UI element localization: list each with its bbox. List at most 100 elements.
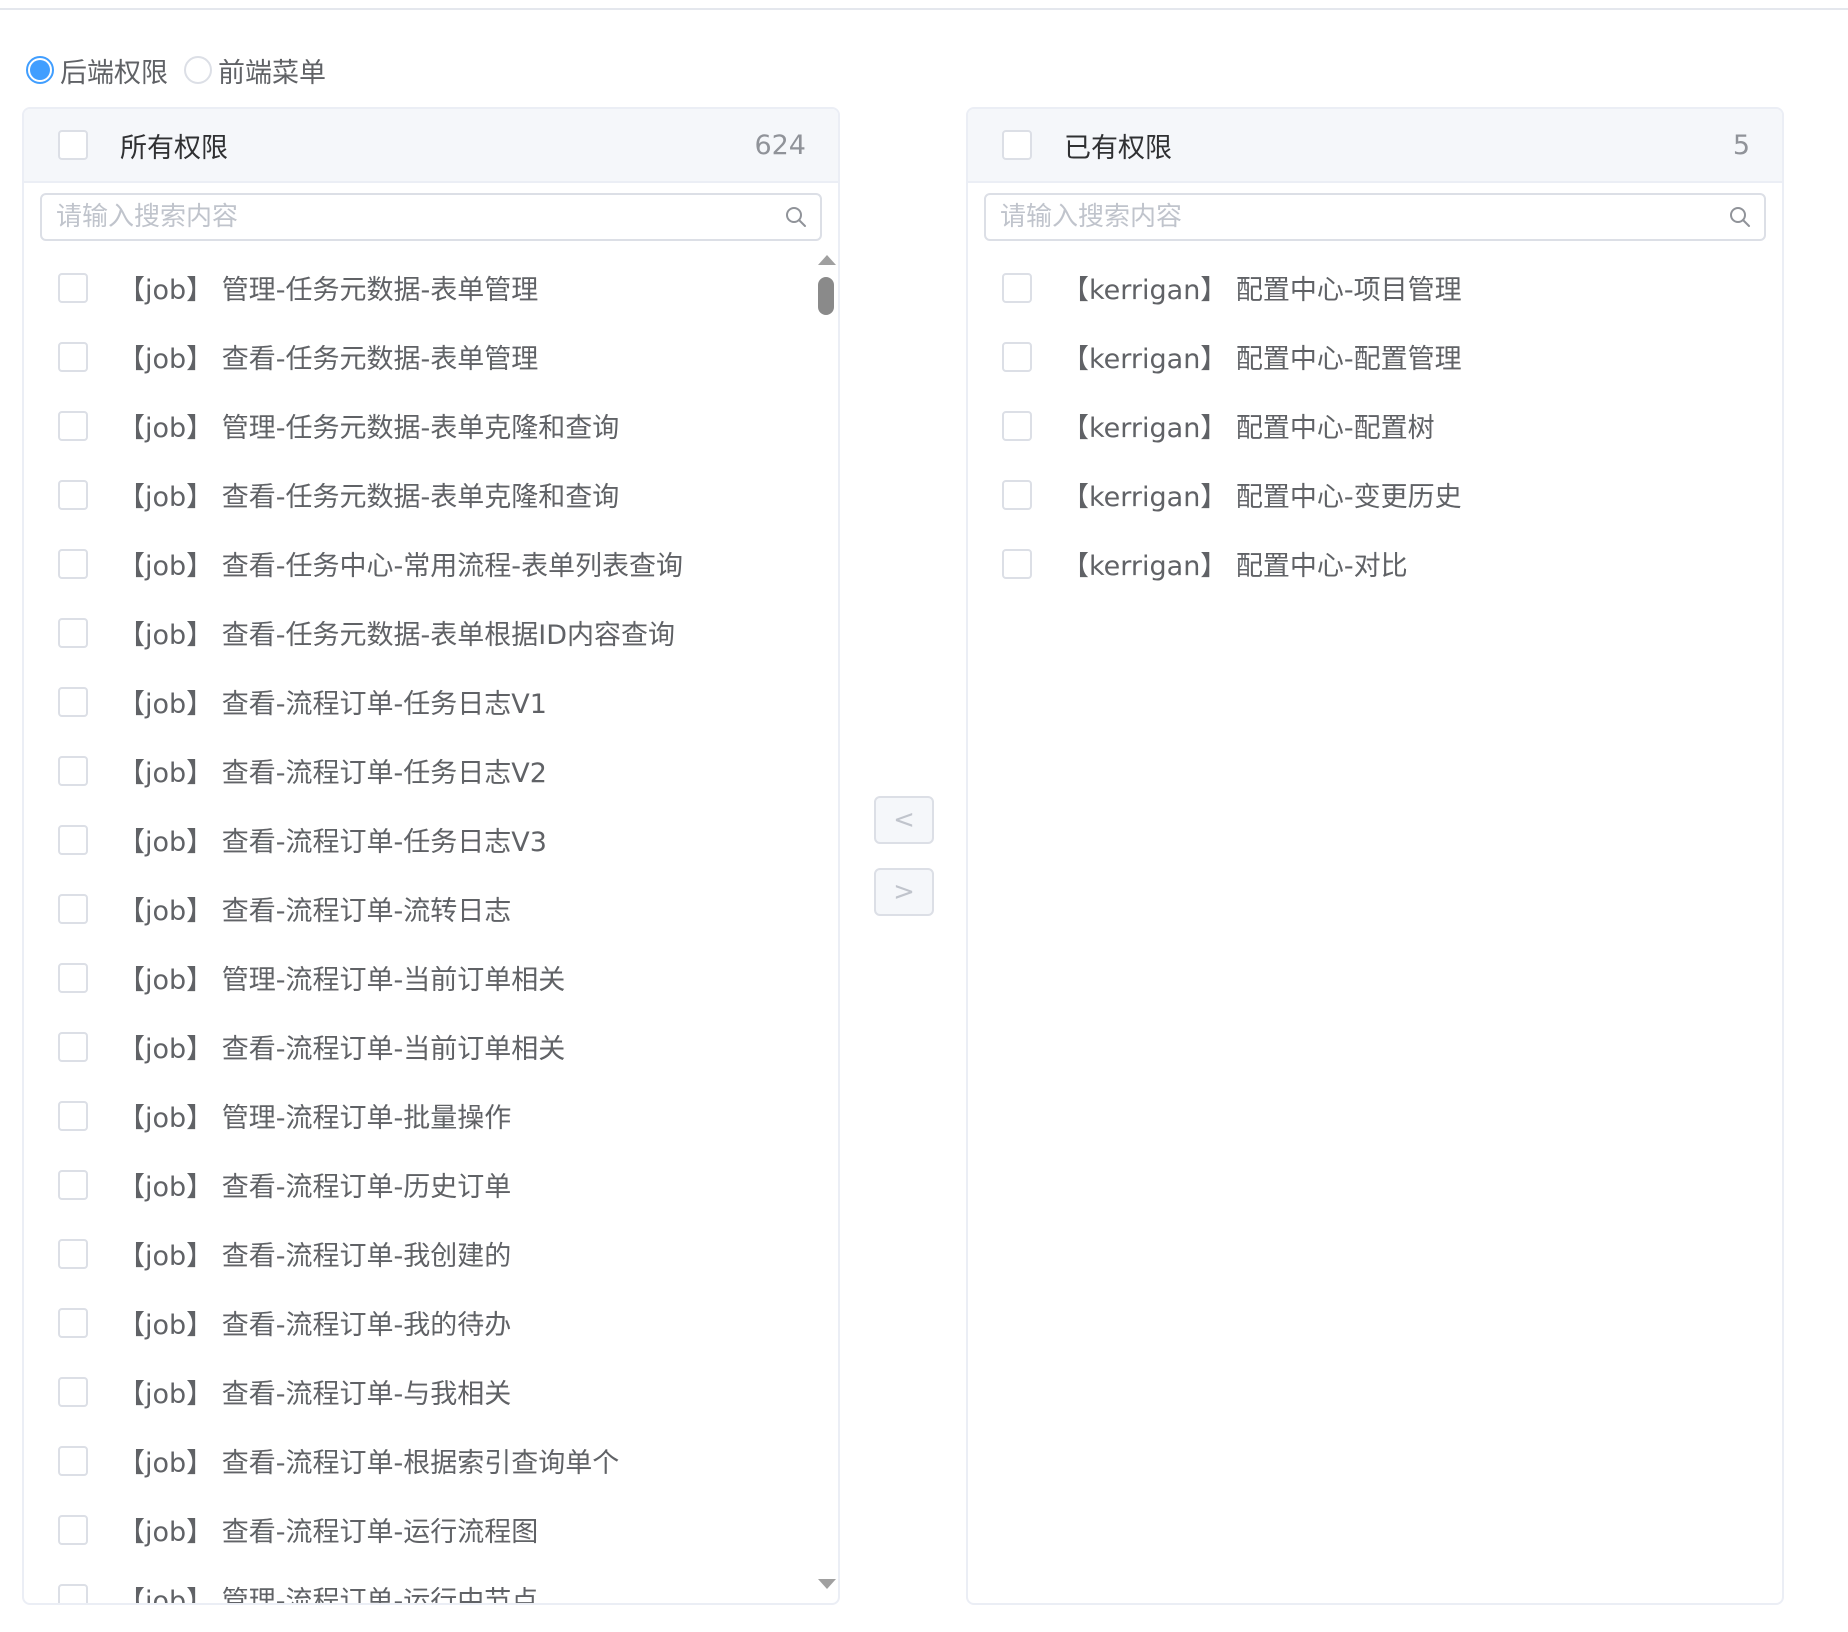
item-label: 【job】 查看-流程订单-我创建的 xyxy=(118,1241,512,1272)
chevron-left-icon: < xyxy=(893,805,915,835)
item-label: 【kerrigan】 配置中心-变更历史 xyxy=(1062,482,1462,513)
scroll-thumb[interactable] xyxy=(818,277,834,315)
list-item[interactable]: 【job】 查看-流程订单-我的待办 xyxy=(24,1288,838,1357)
list-item[interactable]: 【job】 管理-流程订单-当前订单相关 xyxy=(24,943,838,1012)
item-checkbox[interactable] xyxy=(1002,548,1032,579)
item-label: 【kerrigan】 配置中心-对比 xyxy=(1062,551,1408,582)
item-label: 【kerrigan】 配置中心-配置树 xyxy=(1062,413,1435,444)
item-checkbox[interactable] xyxy=(58,479,88,510)
item-label: 【job】 查看-流程订单-运行流程图 xyxy=(118,1517,539,1548)
list-item[interactable]: 【kerrigan】 配置中心-配置树 xyxy=(968,391,1782,460)
list-item[interactable]: 【job】 查看-流程订单-我创建的 xyxy=(24,1219,838,1288)
panel-count: 5 xyxy=(1732,129,1750,161)
item-checkbox[interactable] xyxy=(58,1583,88,1603)
item-checkbox[interactable] xyxy=(58,1238,88,1269)
item-checkbox[interactable] xyxy=(58,341,88,372)
search-input[interactable] xyxy=(40,193,822,241)
move-to-right-button[interactable]: > xyxy=(874,868,934,916)
list-item[interactable]: 【job】 管理-流程订单-运行中节点 xyxy=(24,1564,838,1603)
panel-header: 已有权限 5 xyxy=(968,109,1782,183)
item-checkbox[interactable] xyxy=(58,1376,88,1407)
item-label: 【job】 查看-任务中心-常用流程-表单列表查询 xyxy=(118,551,683,582)
transfer-panel-owned-permissions: 已有权限 5 【kerrigan】 配置中心-项目管理【kerrigan】 配置… xyxy=(966,107,1784,1605)
item-label: 【job】 查看-流程订单-与我相关 xyxy=(118,1379,512,1410)
radio-backend-permissions[interactable]: 后端权限 xyxy=(26,51,168,90)
item-checkbox[interactable] xyxy=(58,1169,88,1200)
item-checkbox[interactable] xyxy=(1002,479,1032,510)
scroll-down-arrow-icon[interactable] xyxy=(818,1579,836,1589)
item-checkbox[interactable] xyxy=(58,755,88,786)
list-item[interactable]: 【job】 查看-流程订单-任务日志V3 xyxy=(24,805,838,874)
item-checkbox[interactable] xyxy=(58,1100,88,1131)
item-label: 【kerrigan】 配置中心-配置管理 xyxy=(1062,344,1462,375)
permission-type-radio-group: 后端权限 前端菜单 xyxy=(26,51,342,90)
item-checkbox[interactable] xyxy=(1002,410,1032,441)
radio-unchecked-icon xyxy=(184,56,212,84)
transfer-panel-all-permissions: 所有权限 624 【job】 管理-任务元数据-表单管理【job】 查看-任务元… xyxy=(22,107,840,1605)
list-item[interactable]: 【job】 查看-流程订单-任务日志V1 xyxy=(24,667,838,736)
list-item[interactable]: 【job】 查看-流程订单-与我相关 xyxy=(24,1357,838,1426)
select-all-checkbox[interactable] xyxy=(58,130,88,160)
item-checkbox[interactable] xyxy=(58,962,88,993)
list-item[interactable]: 【job】 查看-任务元数据-表单克隆和查询 xyxy=(24,460,838,529)
search-icon xyxy=(786,207,806,227)
list-item[interactable]: 【job】 管理-任务元数据-表单管理 xyxy=(24,253,838,322)
item-checkbox[interactable] xyxy=(58,893,88,924)
list-item[interactable]: 【job】 管理-流程订单-批量操作 xyxy=(24,1081,838,1150)
chevron-right-icon: > xyxy=(893,877,915,907)
item-label: 【job】 查看-任务元数据-表单根据ID内容查询 xyxy=(118,620,675,651)
scroll-up-arrow-icon[interactable] xyxy=(818,255,836,265)
panel-header: 所有权限 624 xyxy=(24,109,838,183)
item-checkbox[interactable] xyxy=(58,824,88,855)
item-label: 【job】 查看-流程订单-任务日志V1 xyxy=(118,689,547,720)
list-item[interactable]: 【job】 查看-流程订单-任务日志V2 xyxy=(24,736,838,805)
item-label: 【job】 查看-流程订单-流转日志 xyxy=(118,896,512,927)
search-input[interactable] xyxy=(984,193,1766,241)
list-item[interactable]: 【job】 查看-流程订单-根据索引查询单个 xyxy=(24,1426,838,1495)
item-label: 【job】 查看-任务元数据-表单克隆和查询 xyxy=(118,482,620,513)
transfer-buttons: < > xyxy=(874,796,934,940)
select-all-checkbox[interactable] xyxy=(1002,130,1032,160)
radio-label: 后端权限 xyxy=(60,57,168,89)
item-checkbox[interactable] xyxy=(1002,341,1032,372)
item-label: 【job】 管理-流程订单-运行中节点 xyxy=(118,1586,539,1603)
item-label: 【kerrigan】 配置中心-项目管理 xyxy=(1062,275,1462,306)
list-item[interactable]: 【job】 查看-流程订单-流转日志 xyxy=(24,874,838,943)
item-label: 【job】 管理-流程订单-批量操作 xyxy=(118,1103,512,1134)
search-icon xyxy=(1730,207,1750,227)
list-item[interactable]: 【job】 查看-流程订单-当前订单相关 xyxy=(24,1012,838,1081)
item-checkbox[interactable] xyxy=(58,686,88,717)
list-item[interactable]: 【kerrigan】 配置中心-对比 xyxy=(968,529,1782,598)
move-to-left-button[interactable]: < xyxy=(874,796,934,844)
permission-list: 【kerrigan】 配置中心-项目管理 【kerrigan】 配置中心-配置管理… xyxy=(968,253,1782,1603)
list-item[interactable]: 【job】 查看-任务中心-常用流程-表单列表查询 xyxy=(24,529,838,598)
radio-frontend-menus[interactable]: 前端菜单 xyxy=(184,51,326,90)
item-checkbox[interactable] xyxy=(1002,272,1032,303)
item-checkbox[interactable] xyxy=(58,1445,88,1476)
item-label: 【job】 查看-流程订单-任务日志V2 xyxy=(118,758,547,789)
item-label: 【job】 管理-流程订单-当前订单相关 xyxy=(118,965,566,996)
item-checkbox[interactable] xyxy=(58,1514,88,1545)
radio-label: 前端菜单 xyxy=(218,57,326,89)
list-item[interactable]: 【job】 查看-任务元数据-表单根据ID内容查询 xyxy=(24,598,838,667)
list-item[interactable]: 【kerrigan】 配置中心-变更历史 xyxy=(968,460,1782,529)
list-item[interactable]: 【job】 查看-任务元数据-表单管理 xyxy=(24,322,838,391)
permission-list: 【job】 管理-任务元数据-表单管理 【job】 查看-任务元数据-表单管理 【j… xyxy=(24,253,838,1603)
item-checkbox[interactable] xyxy=(58,410,88,441)
item-label: 【job】 管理-任务元数据-表单管理 xyxy=(118,275,539,306)
panel-title: 所有权限 xyxy=(120,132,228,164)
list-item[interactable]: 【kerrigan】 配置中心-项目管理 xyxy=(968,253,1782,322)
list-item[interactable]: 【job】 查看-流程订单-运行流程图 xyxy=(24,1495,838,1564)
item-checkbox[interactable] xyxy=(58,1031,88,1062)
item-checkbox[interactable] xyxy=(58,617,88,648)
panel-search xyxy=(40,193,822,241)
list-item[interactable]: 【kerrigan】 配置中心-配置管理 xyxy=(968,322,1782,391)
item-checkbox[interactable] xyxy=(58,272,88,303)
item-label: 【job】 查看-流程订单-根据索引查询单个 xyxy=(118,1448,620,1479)
item-checkbox[interactable] xyxy=(58,548,88,579)
scrollbar[interactable] xyxy=(816,253,838,1603)
item-checkbox[interactable] xyxy=(58,1307,88,1338)
list-item[interactable]: 【job】 管理-任务元数据-表单克隆和查询 xyxy=(24,391,838,460)
panel-count: 624 xyxy=(754,129,806,161)
list-item[interactable]: 【job】 查看-流程订单-历史订单 xyxy=(24,1150,838,1219)
